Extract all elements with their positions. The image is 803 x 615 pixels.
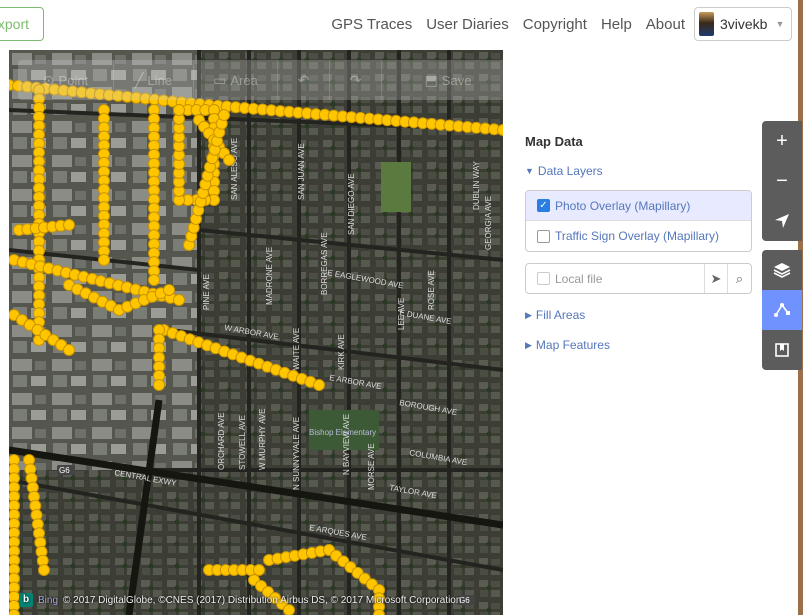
triangle-right-icon: ▶	[525, 339, 532, 350]
map-marker-icon: ⊙	[42, 71, 55, 88]
top-navigation: xport GPS Traces User Diaries Copyright …	[0, 0, 803, 50]
street-label: MORSE AVE	[367, 443, 376, 490]
street-label: ROSE AVE	[427, 270, 436, 310]
add-line-button[interactable]: ╱ Line	[114, 60, 194, 100]
zoom-to-layer-button[interactable]: ➤	[705, 264, 728, 293]
map-nav-controls: + −	[762, 121, 802, 241]
street-label: W MURPHY AVE	[258, 409, 267, 471]
layer-traffic-sign-overlay[interactable]: Traffic Sign Overlay (Mapillary)	[526, 221, 751, 251]
undo-button[interactable]: ↶	[278, 60, 330, 100]
school-label: Bishop Elementary	[309, 428, 376, 437]
street-label: SAN DIEGO AVE	[347, 173, 356, 235]
street-label: DUBLIN WAY	[472, 160, 481, 210]
export-button[interactable]: xport	[0, 7, 44, 41]
street-label: LEE AVE	[397, 298, 406, 330]
user-menu[interactable]: 3vivekb ▼	[694, 7, 792, 41]
save-icon: ⬒	[424, 71, 438, 88]
checkbox-checked-icon[interactable]: ✓	[537, 199, 550, 212]
add-point-button[interactable]: ⊙ Point	[18, 60, 114, 100]
checkbox-icon[interactable]	[537, 229, 550, 243]
map-data-icon	[774, 303, 790, 317]
layers-icon	[773, 263, 791, 278]
map-imagery: SAN ALESO AVE SAN JUAN AVE SAN DIEGO AVE…	[9, 50, 503, 615]
local-file-toggle[interactable]: Local file	[526, 264, 705, 293]
zoom-out-button[interactable]: −	[762, 161, 802, 201]
search-icon: ⌕	[735, 270, 744, 286]
caret-down-icon: ▼	[775, 19, 785, 29]
redo-button[interactable]: ↷	[330, 60, 382, 100]
nav-gps-traces[interactable]: GPS Traces	[331, 16, 412, 33]
local-file-layer: Local file ➤ ⌕	[525, 263, 752, 294]
street-label: KIRK AVE	[337, 334, 346, 370]
imagery-attribution: b Bing © 2017 DigitalGlobe, ©CNES (2017)…	[19, 593, 461, 607]
add-area-button[interactable]: ▭ Area	[194, 60, 278, 100]
mapillary-photo-marker[interactable]	[223, 154, 235, 166]
triangle-down-icon: ▼	[525, 166, 534, 176]
undo-icon: ↶	[297, 71, 310, 88]
street-label: N BAYVIEW AVE	[342, 414, 351, 475]
issues-button[interactable]	[762, 330, 802, 370]
mapillary-photo-marker[interactable]	[163, 284, 175, 296]
mapillary-photo-marker[interactable]	[173, 294, 185, 306]
street-label: SAN ALESO AVE	[230, 138, 239, 200]
mapillary-photo-marker[interactable]	[153, 379, 165, 391]
mapillary-photo-marker[interactable]	[148, 274, 160, 286]
checkbox-icon[interactable]	[537, 272, 550, 285]
data-layers-list: ✓ Photo Overlay (Mapillary) Traffic Sign…	[525, 190, 752, 252]
street-label: MADRONE AVE	[265, 247, 274, 305]
browse-file-button[interactable]: ⌕	[728, 264, 751, 293]
redo-icon: ↷	[349, 71, 362, 88]
highway-shield: G6	[59, 466, 70, 475]
geolocate-button[interactable]	[762, 201, 802, 241]
minus-icon: −	[776, 169, 788, 192]
mapillary-photo-marker[interactable]	[218, 109, 230, 121]
bing-logo-icon: b	[19, 593, 33, 607]
line-icon: ╱	[134, 71, 144, 88]
triangle-right-icon: ▶	[525, 309, 532, 320]
data-layers-toggle[interactable]: ▼ Data Layers	[525, 164, 603, 178]
map-data-panel: Map Data ▼ Data Layers ✓ Photo Overlay (…	[505, 110, 762, 615]
street-label: GEORGIA AVE	[484, 196, 493, 250]
street-label: BORREGAS AVE	[320, 232, 329, 295]
nav-copyright[interactable]: Copyright	[523, 16, 587, 33]
nav-links: GPS Traces User Diaries Copyright Help A…	[331, 16, 685, 33]
mapillary-photo-marker[interactable]	[63, 219, 75, 231]
street-label: ORCHARD AVE	[217, 412, 226, 470]
locate-arrow-icon: ➤	[710, 270, 722, 286]
nav-help[interactable]: Help	[601, 16, 632, 33]
street-label: PINE AVE	[202, 274, 211, 310]
zoom-in-button[interactable]: +	[762, 121, 802, 161]
locate-arrow-icon	[775, 214, 789, 228]
mapillary-photo-marker[interactable]	[38, 564, 50, 576]
mapillary-photo-marker[interactable]	[98, 254, 110, 266]
attribution-brand[interactable]: Bing	[38, 595, 58, 606]
mapillary-photo-marker[interactable]	[63, 344, 75, 356]
avatar	[699, 12, 714, 36]
save-button[interactable]: ⬒ Save	[382, 60, 503, 100]
username: 3vivekb	[720, 16, 768, 32]
map-panel-controls	[762, 250, 802, 370]
area-icon: ▭	[213, 71, 227, 88]
mapillary-photo-marker[interactable]	[173, 104, 185, 116]
panel-title: Map Data	[525, 134, 583, 149]
street-label: N SUNNYVALE AVE	[292, 417, 301, 490]
mapillary-photo-marker[interactable]	[253, 564, 265, 576]
street-label: STOWELL AVE	[238, 415, 247, 470]
fill-areas-toggle[interactable]: ▶ Fill Areas	[525, 308, 585, 322]
street-label: WAITE AVE	[292, 328, 301, 370]
bookmark-icon	[775, 343, 789, 357]
street-label: SAN JUAN AVE	[297, 143, 306, 200]
background-layers-button[interactable]	[762, 250, 802, 290]
layer-photo-overlay[interactable]: ✓ Photo Overlay (Mapillary)	[526, 191, 751, 221]
map-data-button[interactable]	[762, 290, 802, 330]
editor-toolbar: ⊙ Point ╱ Line ▭ Area ↶ ↷ ⬒ Save	[18, 60, 503, 100]
map-features-toggle[interactable]: ▶ Map Features	[525, 338, 610, 352]
satellite-map[interactable]: SAN ALESO AVE SAN JUAN AVE SAN DIEGO AVE…	[9, 50, 503, 615]
mapillary-photo-marker[interactable]	[313, 379, 325, 391]
plus-icon: +	[776, 129, 788, 152]
nav-about[interactable]: About	[646, 16, 685, 33]
attribution-text: © 2017 DigitalGlobe, ©CNES (2017) Distri…	[63, 594, 462, 606]
nav-user-diaries[interactable]: User Diaries	[426, 16, 509, 33]
